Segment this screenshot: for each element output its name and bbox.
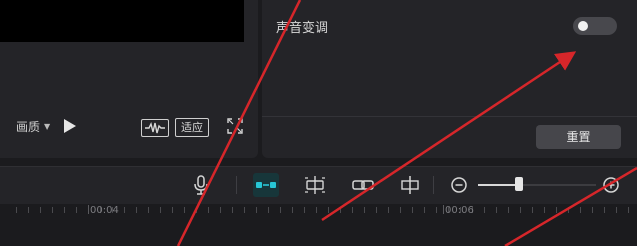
- zoom-in-button[interactable]: [598, 173, 624, 197]
- pitch-shift-label: 声音变调: [276, 21, 329, 36]
- ruler-major-tick: [88, 205, 89, 214]
- zoom-out-button[interactable]: [446, 173, 472, 197]
- ruler-tick: [244, 207, 245, 213]
- preview-canvas: [0, 0, 244, 42]
- mic-icon: [194, 175, 208, 195]
- ruler-tick: [304, 207, 305, 213]
- ruler-tick: [436, 207, 437, 213]
- ruler-tick: [160, 207, 161, 213]
- ruler-tick: [268, 207, 269, 213]
- play-button[interactable]: [64, 119, 76, 133]
- fullscreen-button[interactable]: [227, 118, 243, 134]
- split-button[interactable]: [397, 173, 423, 197]
- preview-axis-button[interactable]: [302, 173, 328, 197]
- ruler-tick: [148, 207, 149, 213]
- ruler-tick: [532, 207, 533, 213]
- ruler-tick: [412, 207, 413, 213]
- zoom-slider-thumb[interactable]: [515, 177, 524, 191]
- waveform-button[interactable]: [141, 119, 169, 137]
- quality-dropdown[interactable]: 画质 ▼: [16, 118, 50, 135]
- zoom-out-icon: [451, 177, 467, 193]
- link-main-track-icon: [256, 182, 276, 188]
- time-marker: 00:04: [90, 205, 119, 216]
- link-button[interactable]: [350, 173, 376, 197]
- zoom-slider[interactable]: [478, 184, 596, 186]
- ruler-tick: [508, 207, 509, 213]
- toolbar-divider: [236, 176, 237, 194]
- ruler-tick: [520, 207, 521, 213]
- ruler-tick: [316, 207, 317, 213]
- ruler-tick: [220, 207, 221, 213]
- ruler-tick: [496, 207, 497, 213]
- ruler-tick: [556, 207, 557, 213]
- split-icon: [401, 176, 419, 194]
- quality-label: 画质: [16, 120, 41, 134]
- toolbar-divider: [433, 176, 434, 194]
- ruler-tick: [328, 207, 329, 213]
- ruler-tick: [628, 207, 629, 213]
- ruler-tick: [580, 207, 581, 213]
- adapt-button[interactable]: 适应: [175, 118, 209, 137]
- time-marker: 00:06: [445, 205, 474, 216]
- ruler-tick: [208, 207, 209, 213]
- ruler-tick: [136, 207, 137, 213]
- ruler-tick: [592, 207, 593, 213]
- ruler-tick: [400, 207, 401, 213]
- ruler-tick: [388, 207, 389, 213]
- main-track-magnet-button[interactable]: [253, 173, 279, 197]
- toggle-knob: [578, 21, 588, 31]
- ruler-tick: [568, 207, 569, 213]
- ruler-tick: [340, 207, 341, 213]
- fullscreen-icon: [227, 118, 243, 134]
- ruler-major-tick: [443, 205, 444, 214]
- ruler-tick: [616, 207, 617, 213]
- ruler-tick: [376, 207, 377, 213]
- preview-axis-icon: [305, 176, 325, 194]
- ruler-tick: [28, 207, 29, 213]
- ruler-tick: [364, 207, 365, 213]
- ruler-tick: [292, 207, 293, 213]
- zoom-in-icon: [603, 177, 619, 193]
- ruler-tick: [544, 207, 545, 213]
- ruler-tick: [280, 207, 281, 213]
- ruler-tick: [184, 207, 185, 213]
- ruler-tick: [256, 207, 257, 213]
- ruler-tick: [172, 207, 173, 213]
- chevron-down-icon: ▼: [44, 122, 51, 131]
- reset-button[interactable]: 重置: [536, 125, 621, 149]
- ruler-tick: [52, 207, 53, 213]
- pitch-shift-toggle[interactable]: [573, 17, 617, 35]
- ruler-tick: [484, 207, 485, 213]
- ruler-tick: [352, 207, 353, 213]
- waveform-icon: [145, 121, 165, 134]
- ruler-tick: [76, 207, 77, 213]
- ruler-tick: [124, 207, 125, 213]
- record-audio-button[interactable]: [188, 173, 214, 197]
- link-icon: [352, 180, 374, 190]
- ruler-tick: [40, 207, 41, 213]
- ruler-tick: [232, 207, 233, 213]
- divider: [262, 116, 637, 117]
- zoom-slider-fill: [478, 184, 520, 186]
- ruler-tick: [16, 207, 17, 213]
- ruler-tick: [604, 207, 605, 213]
- ruler-tick: [424, 207, 425, 213]
- ruler-tick: [64, 207, 65, 213]
- ruler-tick: [196, 207, 197, 213]
